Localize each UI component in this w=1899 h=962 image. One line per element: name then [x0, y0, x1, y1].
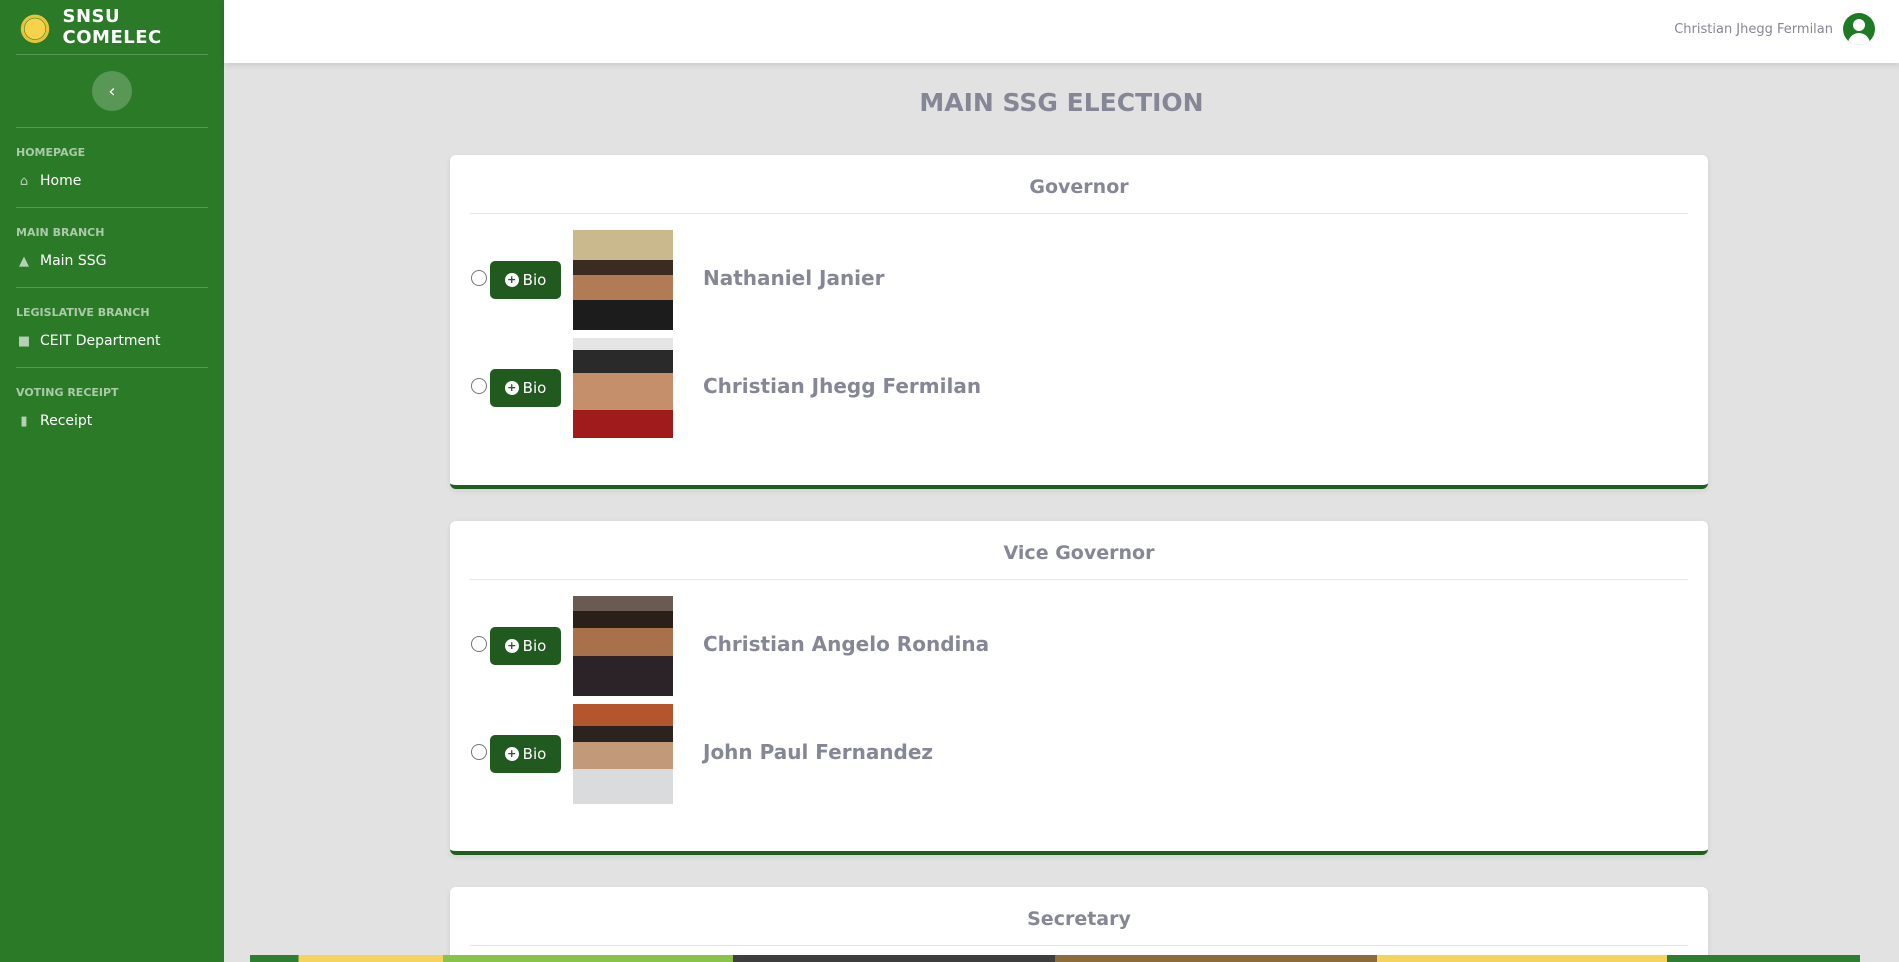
- candidate-radio[interactable]: [471, 744, 487, 760]
- sidebar-toggle-wrap: ‹: [0, 55, 224, 127]
- position-title: Vice Governor: [470, 521, 1688, 580]
- sidebar-item-ceit-department[interactable]: ■ CEIT Department: [0, 319, 224, 367]
- candidate-row: + Bio Christian Angelo Rondina: [450, 596, 1708, 704]
- receipt-icon: ▮: [20, 413, 28, 429]
- zoom-in-icon: +: [504, 381, 519, 395]
- candidate-radio[interactable]: [471, 636, 487, 652]
- user-circle-icon: [1843, 13, 1875, 45]
- candidate-name: Christian Jhegg Fermilan: [703, 374, 982, 398]
- section-heading-voting-receipt: VOTING RECEIPT: [16, 386, 119, 399]
- zoom-in-icon: +: [504, 639, 519, 653]
- bio-button-label: Bio: [522, 379, 547, 397]
- building-icon: ■: [17, 333, 31, 349]
- sidebar-item-main-ssg[interactable]: ▲ Main SSG: [0, 239, 224, 287]
- candidate-radio[interactable]: [471, 270, 487, 286]
- home-icon: ⌂: [19, 173, 29, 189]
- topbar: Christian Jhegg Fermilan: [224, 0, 1899, 63]
- section-heading-main-branch: MAIN BRANCH: [16, 226, 105, 239]
- user-menu[interactable]: Christian Jhegg Fermilan: [1674, 13, 1875, 45]
- chevron-left-icon: ‹: [108, 80, 116, 102]
- bio-button-label: Bio: [522, 637, 547, 655]
- candidate-photo: [573, 338, 673, 438]
- section-heading-homepage: HOMEPAGE: [16, 146, 86, 159]
- zoom-in-icon: +: [504, 747, 519, 761]
- bio-button[interactable]: + Bio: [490, 735, 561, 773]
- bio-button[interactable]: + Bio: [490, 369, 561, 407]
- candidate-row: + Bio Nathaniel Janier: [450, 230, 1708, 338]
- position-card-vice-governor: Vice Governor + Bio Christian Angelo Ron…: [450, 521, 1708, 855]
- position-title: Secretary: [470, 887, 1688, 946]
- page-title: MAIN SSG ELECTION: [919, 88, 1204, 117]
- position-card-governor: Governor + Bio Nathaniel Janier + Bio Ch…: [450, 155, 1708, 489]
- bio-button[interactable]: + Bio: [490, 627, 561, 665]
- user-name: Christian Jhegg Fermilan: [1674, 21, 1833, 37]
- candidate-photo: [573, 596, 673, 696]
- brand-title: SNSU COMELEC: [62, 6, 162, 48]
- position-card-secretary: Secretary: [450, 887, 1708, 962]
- footer-banner-image: [250, 955, 1860, 962]
- sidebar-item-receipt[interactable]: ▮ Receipt: [0, 399, 224, 447]
- section-heading-legislative-branch: LEGISLATIVE BRANCH: [16, 306, 150, 319]
- bio-button-label: Bio: [522, 271, 547, 289]
- candidate-name: Christian Angelo Rondina: [703, 632, 990, 656]
- candidate-radio[interactable]: [471, 378, 487, 394]
- candidate-name: John Paul Fernandez: [703, 740, 934, 764]
- position-title: Governor: [470, 155, 1688, 214]
- zoom-in-icon: +: [504, 273, 519, 287]
- bio-button-label: Bio: [522, 745, 547, 763]
- candidate-row: + Bio Christian Jhegg Fermilan: [450, 338, 1708, 446]
- sidebar-item-label: Receipt: [40, 413, 93, 429]
- sidebar-item-label: Main SSG: [40, 253, 107, 269]
- candidate-row: + Bio John Paul Fernandez: [450, 704, 1708, 812]
- sidebar-item-label: Home: [40, 173, 82, 189]
- sidebar-item-label: CEIT Department: [40, 333, 161, 349]
- brand[interactable]: SNSU COMELEC: [0, 0, 224, 54]
- sidebar-item-home[interactable]: ⌂ Home: [0, 159, 224, 207]
- landmark-icon: ▲: [19, 253, 29, 269]
- bio-button[interactable]: + Bio: [490, 261, 561, 299]
- candidate-photo: [573, 704, 673, 804]
- candidate-name: Nathaniel Janier: [703, 266, 885, 290]
- sidebar: SNSU COMELEC ‹ HOMEPAGE ⌂ Home MAIN BRAN…: [0, 0, 224, 962]
- candidate-photo: [573, 230, 673, 330]
- seal-logo: [17, 9, 53, 45]
- sidebar-toggle-button[interactable]: ‹: [92, 71, 132, 111]
